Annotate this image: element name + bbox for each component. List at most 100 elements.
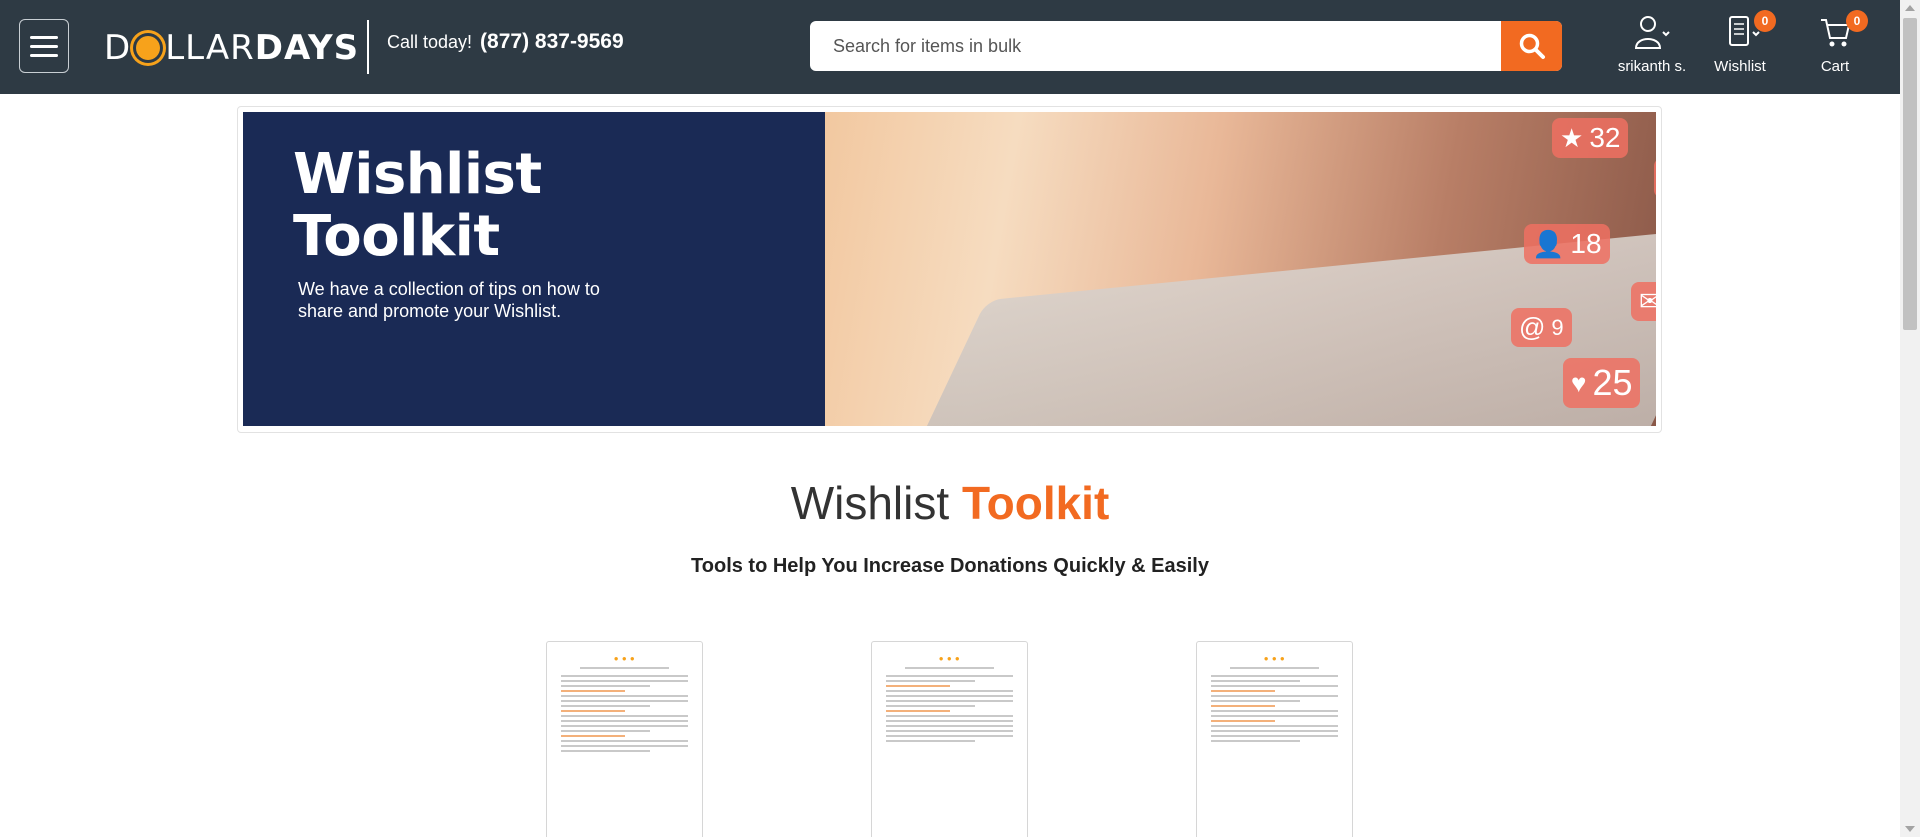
doc-text-line <box>561 675 688 677</box>
search-input[interactable] <box>810 21 1500 71</box>
social-symbol: ✉ <box>1639 286 1656 316</box>
doc-heading-line <box>1211 705 1275 707</box>
doc-text-line <box>561 750 650 752</box>
doc-text-line <box>1211 700 1300 702</box>
page-title-plain: Wishlist <box>790 477 950 529</box>
wishlist-count-badge: 0 <box>1754 10 1776 32</box>
wishlist-toolkit-banner: Wishlist Toolkit We have a collection of… <box>243 112 1656 426</box>
doc-text-line <box>1211 710 1338 712</box>
wishlist-link[interactable]: 0 Wishlist <box>1710 10 1776 75</box>
menu-bar <box>30 53 58 57</box>
social-symbol: ★ <box>1560 122 1584 153</box>
doc-text-line <box>561 725 688 727</box>
scroll-down-arrow-icon[interactable] <box>1905 826 1915 832</box>
mail-icon: ✉ 11 <box>1631 282 1656 321</box>
doc-text-line <box>561 695 688 697</box>
doc-title-line <box>905 667 994 669</box>
doc-logo-icon: ● ● ● <box>1263 654 1286 663</box>
banner-text-panel: Wishlist Toolkit We have a collection of… <box>243 112 825 426</box>
doc-text-line <box>1211 675 1338 677</box>
page-title: Wishlist Toolkit <box>0 476 1900 530</box>
doc-text-line <box>886 680 975 682</box>
doc-text-line <box>886 700 1013 702</box>
doc-heading-line <box>1211 690 1275 692</box>
toolkit-document-thumbnail[interactable]: ● ● ● <box>871 641 1028 837</box>
doc-text-line <box>1211 715 1338 717</box>
doc-text-line <box>1211 695 1338 697</box>
doc-logo-icon: ● ● ● <box>613 654 636 663</box>
doc-text-line <box>1211 730 1338 732</box>
call-today: Call today! (877) 837-9569 <box>387 30 624 54</box>
social-count: 9 <box>1551 314 1564 340</box>
logo-text-llar: LLAR <box>165 28 255 68</box>
social-symbol: ♥ <box>1571 367 1587 398</box>
doc-text-line <box>561 730 650 732</box>
doc-title-line <box>580 667 669 669</box>
doc-title-line <box>1230 667 1319 669</box>
doc-text-line <box>561 705 650 707</box>
doc-heading-line <box>561 710 625 712</box>
doc-text-line <box>1211 735 1338 737</box>
doc-text-line <box>561 740 688 742</box>
banner-title-line1: Wishlist <box>293 142 542 207</box>
doc-text-line <box>886 690 1013 692</box>
scroll-up-arrow-icon[interactable] <box>1905 5 1915 11</box>
search-icon <box>1519 33 1545 59</box>
scroll-thumb[interactable] <box>1903 18 1917 330</box>
logo-text-days: DAYS <box>254 28 360 68</box>
banner-laptop-image: ★ 32 💬 5 👤 18 ✉ 11 @ 9 ♥ 25 <box>825 112 1656 426</box>
banner-title: Wishlist Toolkit <box>293 144 542 268</box>
user-account-icon <box>1634 16 1670 49</box>
search-button[interactable] <box>1501 21 1562 71</box>
doc-text-line <box>886 715 1013 717</box>
doc-text-line <box>886 730 1013 732</box>
page-scrollbar[interactable] <box>1900 0 1920 837</box>
doc-text-line <box>886 725 1013 727</box>
sun-logo-icon <box>133 33 163 63</box>
doc-heading-line <box>561 735 625 737</box>
cart-label: Cart <box>1820 58 1850 75</box>
social-count: 18 <box>1570 228 1602 259</box>
cart-link[interactable]: 0 Cart <box>1800 10 1870 75</box>
banner-subtitle: We have a collection of tips on how to s… <box>298 279 600 321</box>
site-header: D LLAR DAYS Call today! (877) 837-9569 s… <box>0 0 1900 94</box>
doc-text-line <box>1211 685 1338 687</box>
doc-text-line <box>886 735 1013 737</box>
hamburger-menu-button[interactable] <box>19 19 69 73</box>
comment-icon: 💬 5 <box>1654 158 1656 198</box>
doc-text-line <box>886 675 1013 677</box>
doc-logo-icon: ● ● ● <box>938 654 961 663</box>
toolkit-document-thumbnail[interactable]: ● ● ● <box>1196 641 1353 837</box>
doc-text-line <box>561 715 688 717</box>
social-symbol: @ <box>1519 312 1546 342</box>
doc-text-line <box>1211 740 1300 742</box>
toolkit-document-thumbnail[interactable]: ● ● ● <box>546 641 703 837</box>
doc-text-line <box>886 695 1013 697</box>
social-count: 25 <box>1592 362 1633 403</box>
menu-bar <box>30 35 58 39</box>
dollardays-logo[interactable]: D LLAR DAYS <box>104 26 359 70</box>
doc-text-line <box>561 700 688 702</box>
page-title-accent: Toolkit <box>961 477 1110 529</box>
menu-bar <box>30 44 58 48</box>
doc-text-line <box>886 705 975 707</box>
doc-text-line <box>1211 680 1300 682</box>
social-count: 32 <box>1589 122 1621 153</box>
call-label: Call today! <box>387 32 473 52</box>
doc-text-line <box>561 685 650 687</box>
doc-text-line <box>561 720 688 722</box>
at-icon: @ 9 <box>1511 308 1572 347</box>
account-menu[interactable]: srikanth s. <box>1612 14 1692 75</box>
star-icon: ★ 32 <box>1552 118 1629 158</box>
user-icon: 👤 18 <box>1524 224 1610 264</box>
doc-text-line <box>886 720 1013 722</box>
doc-heading-line <box>1211 720 1275 722</box>
header-divider <box>367 20 369 74</box>
logo-text-d: D <box>104 28 132 68</box>
banner-title-line2: Toolkit <box>293 204 500 269</box>
doc-heading-line <box>886 685 950 687</box>
phone-number[interactable]: (877) 837-9569 <box>480 30 624 54</box>
account-label: srikanth s. <box>1617 58 1687 75</box>
search-bar <box>810 21 1562 71</box>
wishlist-label: Wishlist <box>1714 58 1766 75</box>
